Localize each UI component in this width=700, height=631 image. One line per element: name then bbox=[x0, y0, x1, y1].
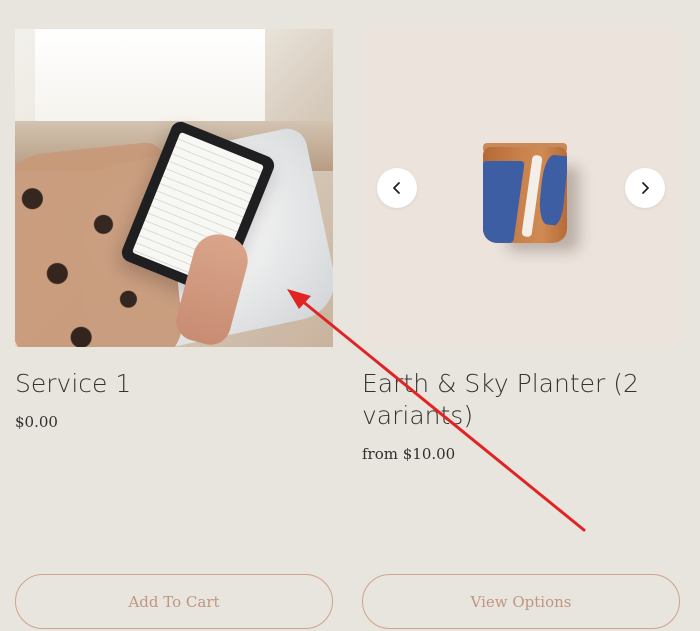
chevron-left-icon bbox=[393, 182, 400, 194]
product-image-carousel[interactable] bbox=[362, 29, 680, 347]
view-options-button[interactable]: View Options bbox=[362, 574, 680, 629]
product-card-service-1: Service 1 $0.00 Add To Cart bbox=[15, 0, 333, 631]
carousel-prev-button[interactable] bbox=[377, 168, 417, 208]
chevron-right-icon bbox=[642, 182, 649, 194]
product-card-earth-sky-planter: Earth & Sky Planter (2 variants) from $1… bbox=[362, 0, 680, 631]
carousel-next-button[interactable] bbox=[625, 168, 665, 208]
product-title[interactable]: Service 1 bbox=[15, 368, 333, 400]
product-title[interactable]: Earth & Sky Planter (2 variants) bbox=[362, 368, 680, 432]
product-image-service-1[interactable] bbox=[15, 29, 333, 347]
add-to-cart-button[interactable]: Add To Cart bbox=[15, 574, 333, 629]
product-price: $0.00 bbox=[15, 413, 58, 431]
window-backdrop bbox=[35, 29, 265, 127]
product-price: from $10.00 bbox=[362, 445, 456, 463]
